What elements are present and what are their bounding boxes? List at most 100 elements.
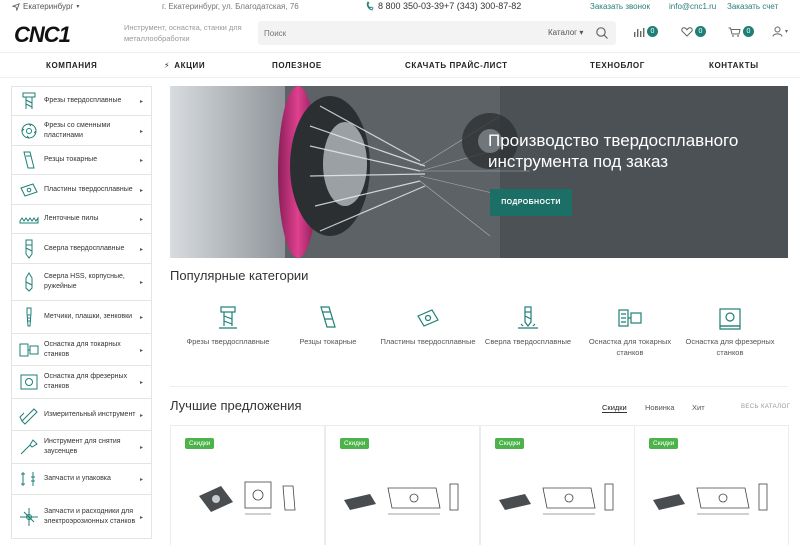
nav-techblog[interactable]: ТЕХНОБЛОГ — [590, 61, 645, 70]
discount-badge: Скидки — [340, 438, 370, 449]
popular-cat-label: Сверла твердосплавные — [484, 337, 572, 346]
sidebar-item-parts[interactable]: Запчасти и упаковка ▸ — [11, 463, 152, 495]
chevron-right-icon: ▸ — [139, 380, 143, 386]
hero-banner[interactable]: Производство твердосплавного инструмента… — [170, 86, 788, 258]
product-image — [653, 483, 768, 515]
logo-text: CNC1 — [14, 22, 71, 46]
popular-cat-milling-tooling[interactable]: Оснастка для фрезерных станков — [680, 306, 780, 358]
product-card[interactable]: Скидки — [325, 425, 480, 545]
account-button[interactable]: ▾ — [772, 26, 788, 37]
chevron-right-icon: ▸ — [139, 280, 143, 286]
search-icon[interactable] — [595, 26, 609, 40]
lathe-tool-icon — [23, 151, 35, 169]
sidebar-item-turning-tools[interactable]: Резцы токарные ▸ — [11, 145, 152, 175]
product-image — [499, 483, 614, 515]
popular-cat-carbide-drills[interactable]: Сверла твердосплавные — [478, 306, 578, 347]
nav-promotions[interactable]: ⚡ АКЦИИ — [164, 61, 205, 70]
product-card[interactable]: Скидки — [634, 425, 789, 545]
chevron-right-icon: ▸ — [139, 158, 143, 164]
lathe-tooling-icon — [19, 343, 39, 356]
cart-button[interactable]: 0 — [728, 26, 754, 37]
city-label: Екатеринбург — [23, 2, 74, 11]
popular-cat-label: Оснастка для фрезерных станков — [685, 337, 775, 357]
chevron-right-icon: ▸ — [139, 347, 143, 354]
popular-cat-carbide-inserts[interactable]: Пластины твердосплавные — [378, 306, 478, 347]
sidebar-item-label: Оснастка для токарных станков — [44, 340, 121, 358]
sidebar-item-label: Резцы токарные — [44, 156, 98, 163]
sidebar-item-label: Фрезы твердосплавные — [44, 97, 122, 104]
city-selector[interactable]: Екатеринбург ▾ — [12, 2, 79, 11]
location-arrow-icon — [12, 2, 20, 11]
all-catalog-link[interactable]: ВЕСЬ КАТАЛОГ — [741, 404, 790, 410]
discount-badge: Скидки — [185, 438, 215, 449]
chevron-right-icon: ▸ — [139, 217, 143, 223]
end-mill-icon — [219, 306, 237, 329]
milling-tooling-icon — [719, 308, 741, 330]
sidebar-item-lathe-tooling[interactable]: Оснастка для токарных станков ▸ — [11, 333, 152, 366]
banner-title: Производство твердосплавного инструмента… — [488, 131, 739, 171]
sidebar-item-carbide-drills[interactable]: Сверла твердосплавные ▸ — [11, 233, 152, 264]
nav-useful[interactable]: ПОЛЕЗНОЕ — [272, 61, 322, 70]
sidebar-item-label: Запчасти и расходники для электроэрозион… — [44, 507, 136, 525]
banner-details-button[interactable]: ПОДРОБНОСТИ — [490, 189, 572, 216]
sidebar-item-label: Измерительный инструмент — [44, 410, 136, 418]
compare-button[interactable]: 0 — [633, 26, 658, 37]
nav-company[interactable]: КОМПАНИЯ — [46, 61, 97, 70]
insert-icon — [20, 182, 38, 197]
product-image — [199, 481, 296, 515]
chevron-right-icon: ▸ — [139, 128, 143, 135]
favorites-button[interactable]: 0 — [681, 26, 706, 37]
sidebar-item-label: Оснастка для фрезерных станков — [44, 373, 128, 390]
phone-primary[interactable]: 8 800 350-03-39 — [366, 1, 444, 11]
site-logo[interactable]: CNC1 — [12, 22, 108, 46]
compare-count: 0 — [647, 26, 658, 37]
email-link[interactable]: info@cnc1.ru — [669, 2, 716, 11]
chevron-right-icon: ▸ — [139, 315, 143, 321]
chevron-down-icon: ▾ — [785, 29, 789, 35]
invoice-link[interactable]: Заказать счет — [727, 2, 778, 11]
sidebar-item-band-saws[interactable]: Ленточные пилы ▸ — [11, 204, 152, 234]
phone-secondary[interactable]: +7 (343) 300-87-82 — [444, 1, 521, 11]
sidebar-item-label: Ленточные пилы — [44, 215, 99, 222]
sidebar-item-carbide-inserts[interactable]: Пластины твердосплавные ▸ — [11, 174, 152, 205]
product-card[interactable]: Скидки — [170, 425, 325, 545]
callback-link[interactable]: Заказать звонок — [590, 2, 650, 11]
search-input[interactable] — [264, 24, 534, 42]
sidebar-item-carbide-mills[interactable]: Фрезы твердосплавные ▸ — [11, 86, 152, 116]
sidebar-item-label: Сверла твердосплавные — [44, 244, 125, 252]
popular-cat-carbide-mills[interactable]: Фрезы твердосплавные — [178, 306, 278, 347]
chevron-right-icon: ▸ — [139, 477, 143, 483]
banner-machining-image — [170, 86, 788, 258]
popular-cat-label: Резцы токарные — [299, 337, 357, 346]
cart-icon — [728, 27, 741, 37]
sidebar-item-edm-parts[interactable]: Запчасти и расходники для электроэрозион… — [11, 494, 152, 539]
nav-download-price[interactable]: СКАЧАТЬ ПРАЙС-ЛИСТ — [405, 61, 508, 70]
chevron-right-icon: ▸ — [139, 187, 143, 194]
search-catalog-select[interactable]: Каталог ▾ — [548, 28, 583, 37]
sidebar-item-label: Метчики, плашки, зенковки — [44, 313, 133, 320]
parts-icon — [21, 472, 35, 486]
compare-chart-icon — [634, 27, 645, 37]
sidebar-item-indexable-mills[interactable]: Фрезы со сменными пластинами ▸ — [11, 115, 152, 146]
sidebar-item-taps[interactable]: Метчики, плашки, зенковки ▸ — [11, 300, 152, 334]
popular-cat-label: Пластины твердосплавные — [380, 337, 476, 346]
heart-icon — [681, 26, 693, 37]
chevron-down-icon: ▾ — [76, 4, 80, 10]
tab-new[interactable]: Новинка — [645, 403, 675, 412]
popular-cat-turning-tools[interactable]: Резцы токарные — [278, 306, 378, 347]
drill-icon — [518, 306, 538, 329]
edm-parts-icon — [20, 507, 38, 526]
sidebar-item-measuring[interactable]: Измерительный инструмент ▸ — [11, 398, 152, 431]
sidebar-item-milling-tooling[interactable]: Оснастка для фрезерных станков ▸ — [11, 365, 152, 399]
product-image — [344, 483, 459, 515]
popular-cat-lathe-tooling[interactable]: Оснастка для токарных станков — [580, 306, 680, 358]
nav-contacts[interactable]: КОНТАКТЫ — [709, 61, 759, 70]
sidebar-item-hss-drills[interactable]: Сверла HSS, корпусные, ружейные ▸ — [11, 263, 152, 301]
tap-icon — [26, 307, 32, 327]
face-mill-icon — [21, 123, 37, 138]
popular-cat-label: Фрезы твердосплавные — [186, 337, 270, 346]
product-card[interactable]: Скидки — [480, 425, 635, 545]
sidebar-item-deburring[interactable]: Инструмент для снятия заусенцев ▸ — [11, 430, 152, 464]
tab-hit[interactable]: Хит — [692, 403, 705, 412]
tab-discounts[interactable]: Скидки — [602, 403, 627, 413]
